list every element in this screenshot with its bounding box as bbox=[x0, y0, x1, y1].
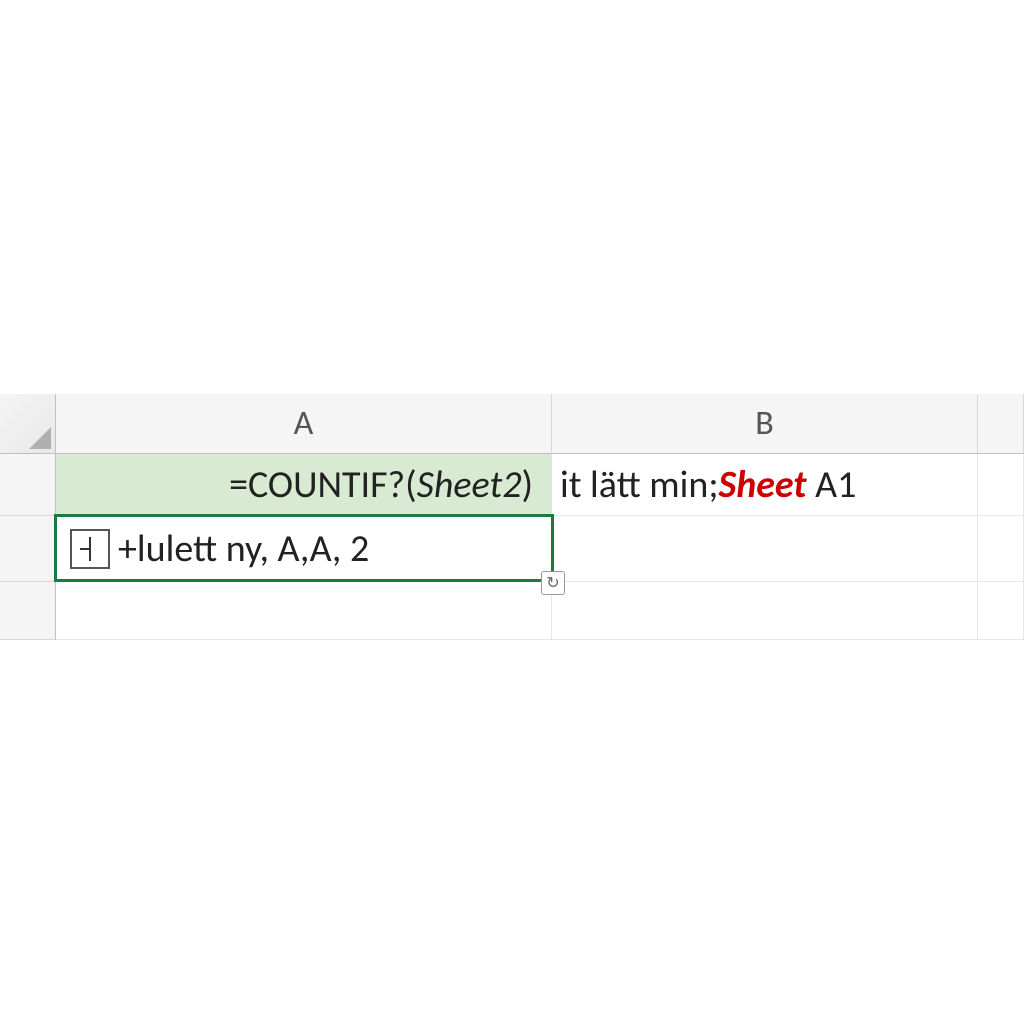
cell-b2[interactable] bbox=[552, 516, 978, 582]
cell-a3[interactable] bbox=[56, 582, 552, 640]
column-header-b[interactable]: B bbox=[552, 394, 978, 454]
spreadsheet-grid[interactable]: A B =COUNTIF?(Sheet2) it lätt min;Sheet … bbox=[0, 394, 1024, 640]
column-header-row: A B bbox=[0, 394, 1024, 454]
cell-a1-content: =COUNTIF?(Sheet2) bbox=[229, 462, 533, 508]
smart-tag-icon[interactable]: ↻ bbox=[541, 571, 565, 595]
row-3 bbox=[0, 582, 1024, 640]
select-all-corner[interactable] bbox=[0, 394, 56, 454]
cell-c1[interactable] bbox=[978, 454, 1024, 516]
cell-a2-content: +lulett ny, A,A, 2 bbox=[118, 526, 369, 572]
column-header-c[interactable] bbox=[978, 394, 1024, 454]
cell-c2[interactable] bbox=[978, 516, 1024, 582]
row-header-2[interactable] bbox=[0, 516, 56, 582]
cell-a2[interactable]: +lulett ny, A,A, 2 ↻ bbox=[56, 516, 552, 582]
column-header-a[interactable]: A bbox=[56, 394, 552, 454]
cell-c3[interactable] bbox=[978, 582, 1024, 640]
row-header-3[interactable] bbox=[0, 582, 56, 640]
cell-b1-content: it lätt min;Sheet A1 bbox=[560, 462, 856, 508]
cell-a1[interactable]: =COUNTIF?(Sheet2) bbox=[56, 454, 552, 516]
row-1: =COUNTIF?(Sheet2) it lätt min;Sheet A1 bbox=[0, 454, 1024, 516]
row-2: +lulett ny, A,A, 2 ↻ bbox=[0, 516, 1024, 582]
cell-b3[interactable] bbox=[552, 582, 978, 640]
text-cursor-icon bbox=[70, 529, 110, 569]
row-header-1[interactable] bbox=[0, 454, 56, 516]
cell-b1[interactable]: it lätt min;Sheet A1 bbox=[552, 454, 978, 516]
